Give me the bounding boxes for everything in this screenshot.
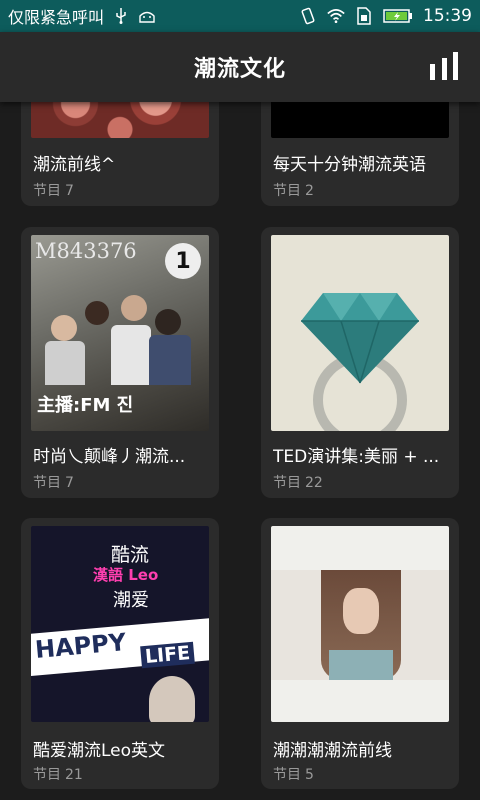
thumbnail-watermark: M843376 [35, 239, 137, 263]
thumbnail-text-1: 酷流 [111, 544, 150, 566]
program-thumbnail-girl [271, 526, 449, 722]
episode-count-value: 7 [65, 183, 74, 199]
program-thumbnail-diamond-ring [271, 235, 449, 431]
episode-count-label: 节目 [273, 183, 301, 199]
thumbnail-figures [45, 295, 191, 385]
episode-count-label: 节目 [33, 475, 61, 491]
program-thumbnail-roses [31, 102, 209, 138]
program-title: 潮流前线^ [33, 155, 116, 175]
carrier-text: 仅限紧急呼叫 [8, 8, 105, 27]
program-card[interactable]: 酷流 漢語 Leo 潮爱 HAPPY LIFE 酷爱潮流Leo英文 节目 21 [21, 518, 219, 789]
episode-count-value: 5 [305, 767, 314, 783]
episode-count-value: 7 [65, 475, 74, 491]
sim-icon [355, 7, 373, 25]
android-debug-icon [138, 7, 156, 25]
episode-count: 节目 7 [33, 180, 74, 200]
battery-icon [383, 7, 413, 25]
program-thumbnail-black [271, 102, 449, 138]
app-bar: 潮流文化 [0, 32, 480, 102]
status-right: 15:39 [299, 6, 472, 26]
episode-count-value: 21 [65, 767, 83, 783]
thumbnail-person [149, 676, 195, 722]
program-title: 潮潮潮潮流前线 [273, 741, 392, 761]
episode-count-label: 节目 [33, 767, 61, 783]
episode-count: 节目 5 [273, 764, 314, 784]
program-card[interactable]: M843376 1 主播:FM 진 时尚乀颠峰丿潮流... 节目 7 [21, 227, 219, 498]
program-thumbnail-band: M843376 1 主播:FM 진 [31, 235, 209, 431]
program-card[interactable]: TED演讲集:美丽 + ... 节目 22 [261, 227, 459, 498]
program-title: TED演讲集:美丽 + ... [273, 447, 440, 467]
thumbnail-text-5: LIFE [140, 641, 195, 669]
episode-count-label: 节目 [33, 183, 61, 199]
thumbnail-badge-text: 1 [175, 248, 191, 274]
status-bar: 仅限紧急呼叫 15:39 [0, 0, 480, 32]
diamond-ring-icon [301, 293, 419, 431]
program-card[interactable]: 潮潮潮潮流前线 节目 5 [261, 518, 459, 789]
program-grid: 潮流前线^ 节目 7 每天十分钟潮流英语 节目 2 M843376 1 主播:FM … [0, 102, 480, 800]
program-thumbnail-happy-life: 酷流 漢語 Leo 潮爱 HAPPY LIFE [31, 526, 209, 722]
clock-text: 15:39 [423, 6, 472, 26]
usb-icon [112, 7, 130, 25]
program-card[interactable]: 每天十分钟潮流英语 节目 2 [261, 102, 459, 206]
program-card[interactable]: 潮流前线^ 节目 7 [21, 102, 219, 206]
program-title: 酷爱潮流Leo英文 [33, 741, 166, 761]
thumbnail-text-3: 潮爱 [113, 590, 149, 611]
status-left: 仅限紧急呼叫 [8, 4, 156, 28]
episode-count-label: 节目 [273, 475, 301, 491]
thumbnail-badge: 1 [165, 243, 201, 279]
episode-count: 节目 7 [33, 472, 74, 492]
page-title: 潮流文化 [193, 57, 286, 82]
vibrate-icon [299, 7, 317, 25]
program-title: 时尚乀颠峰丿潮流... [33, 447, 186, 467]
episode-count: 节目 2 [273, 180, 314, 200]
episode-count: 节目 21 [33, 764, 83, 784]
thumbnail-caption: 主播:FM 진 [37, 395, 134, 416]
episode-count-label: 节目 [273, 767, 301, 783]
wifi-icon [327, 7, 345, 25]
episode-count-value: 22 [305, 475, 323, 491]
thumbnail-text-2: 漢語 Leo [93, 566, 159, 584]
episode-count-value: 2 [305, 183, 314, 199]
bar-chart-icon[interactable] [430, 52, 458, 80]
program-title: 每天十分钟潮流英语 [273, 155, 426, 175]
thumbnail-photo [271, 570, 449, 680]
episode-count: 节目 22 [273, 472, 323, 492]
